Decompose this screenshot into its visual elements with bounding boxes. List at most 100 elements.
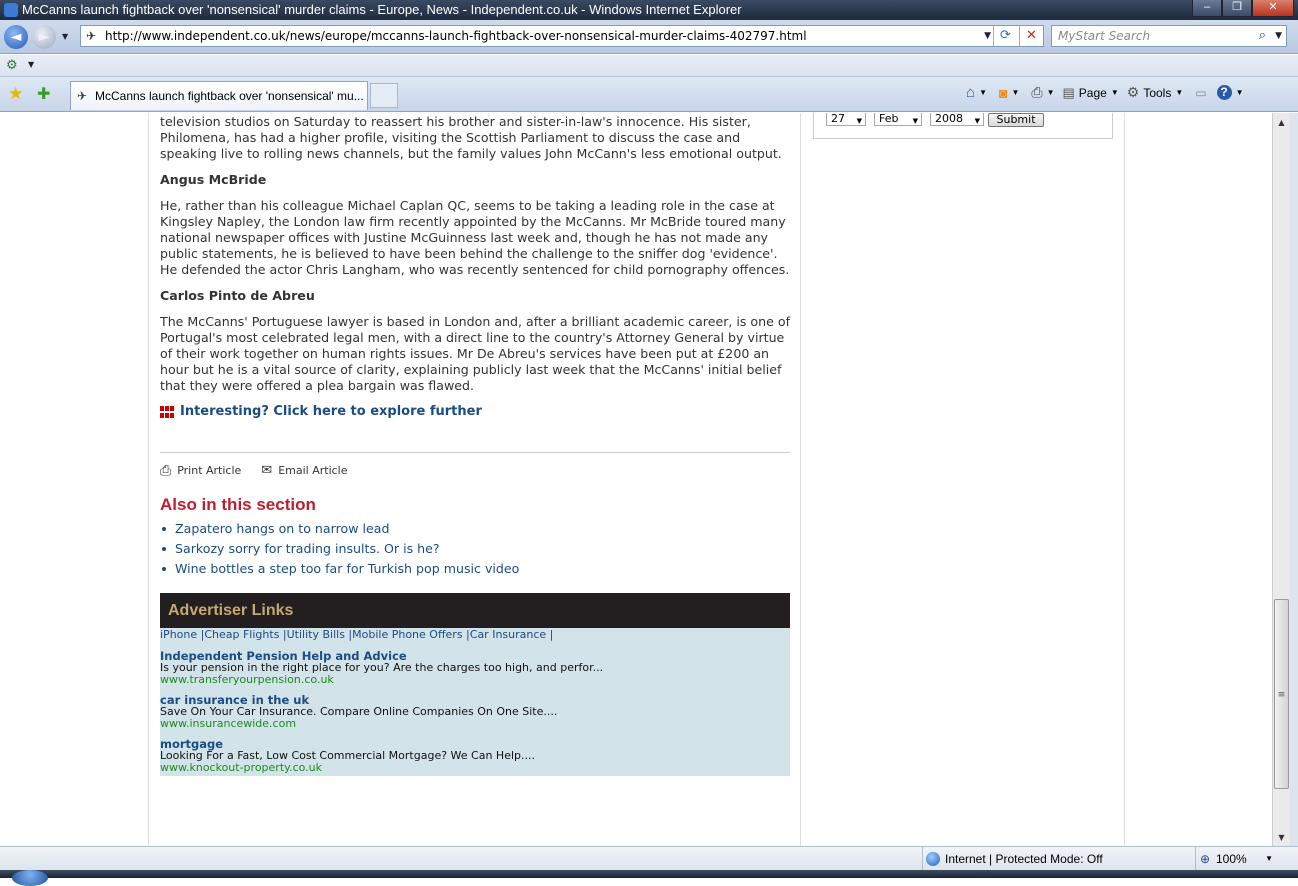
- ad-topic-link[interactable]: Mobile Phone Offers: [352, 628, 462, 641]
- page-dropdown-icon[interactable]: ▼: [1111, 88, 1119, 97]
- address-bar-row: ◄ ► ▼ ✈ http://www.independent.co.uk/new…: [0, 20, 1298, 54]
- ie-app-icon: [4, 3, 18, 17]
- site-favicon-icon: ✈: [86, 29, 97, 43]
- printer-icon: ⎙: [160, 463, 172, 479]
- day-value: 27: [831, 113, 845, 125]
- window-controls: – ❐ ✕: [1192, 0, 1294, 18]
- feeds-dropdown-icon[interactable]: ▼: [1011, 88, 1019, 97]
- url-dropdown-icon[interactable]: ▼: [984, 26, 991, 46]
- advertiser-links-panel: iPhone |Cheap Flights |Utility Bills |Mo…: [160, 628, 790, 776]
- article-tools: ⎙ Print Article ✉ Email Article: [160, 463, 790, 479]
- article-paragraph: The McCanns' Portuguese lawyer is based …: [160, 314, 791, 393]
- year-value: 2008: [935, 113, 963, 125]
- tab-label: McCanns launch fightback over 'nonsensic…: [95, 89, 364, 103]
- zoom-dropdown-icon[interactable]: ▼: [1265, 847, 1273, 871]
- search-dropdown-icon[interactable]: ▼: [1275, 26, 1282, 46]
- scroll-up-icon[interactable]: ▲: [1273, 115, 1290, 131]
- chevron-down-icon: ▼: [912, 117, 918, 125]
- grid-icon: [160, 406, 174, 418]
- also-in-section-heading: Also in this section: [160, 495, 316, 514]
- article-paragraph: television studios on Saturday to reasse…: [160, 114, 782, 161]
- links-bar: ⚙ ▼: [0, 55, 1298, 77]
- search-placeholder: MyStart Search: [1058, 29, 1151, 43]
- toolbar-addon-icon[interactable]: ⚙: [6, 58, 18, 73]
- globe-icon: [926, 852, 940, 866]
- url-text: http://www.independent.co.uk/news/europe…: [105, 29, 807, 43]
- status-bar: Internet | Protected Mode: Off ⊕ 100% ▼: [0, 846, 1298, 871]
- stop-icon[interactable]: ✕: [1019, 26, 1043, 46]
- start-button[interactable]: [12, 870, 48, 886]
- favorites-star-icon[interactable]: ★: [8, 84, 23, 104]
- related-article-link[interactable]: Zapatero hangs on to narrow lead: [160, 519, 790, 539]
- ad-item: car insurance in the uk Save On Your Car…: [160, 694, 790, 730]
- search-icon[interactable]: ⌕: [1259, 26, 1266, 46]
- ad-topic-link[interactable]: Cheap Flights: [204, 628, 279, 641]
- ad-url-link[interactable]: www.transferyourpension.co.uk: [160, 674, 790, 686]
- email-article-link[interactable]: ✉ Email Article: [261, 463, 347, 479]
- scroll-thumb[interactable]: ≡: [1274, 599, 1289, 789]
- url-input[interactable]: ✈ http://www.independent.co.uk/news/euro…: [80, 25, 1044, 47]
- back-button[interactable]: ◄: [4, 25, 28, 49]
- tools-gear-icon: ⚙: [1126, 84, 1140, 100]
- ad-item: Independent Pension Help and Advice Is y…: [160, 650, 790, 686]
- also-in-section-list: Zapatero hangs on to narrow lead Sarkozy…: [160, 519, 790, 579]
- advertiser-links-heading: Advertiser Links: [160, 593, 790, 628]
- chevron-down-icon: ▼: [974, 117, 980, 125]
- ad-url-link[interactable]: www.insurancewide.com: [160, 718, 790, 730]
- ad-topic-link[interactable]: iPhone: [160, 628, 197, 641]
- taskbar: [0, 870, 1298, 886]
- zoom-icon: ⊕: [1200, 852, 1211, 866]
- explore-further-label: Interesting? Click here to explore furth…: [180, 404, 482, 419]
- feeds-icon[interactable]: ◙: [999, 85, 1007, 101]
- page-icon: ▤: [1062, 84, 1075, 100]
- zoom-control[interactable]: ⊕ 100% ▼: [1195, 847, 1295, 871]
- month-value: Feb: [879, 113, 899, 125]
- vertical-scrollbar[interactable]: ▲ ≡ ▼: [1272, 113, 1290, 846]
- ad-item: mortgage Looking For a Fast, Low Cost Co…: [160, 738, 790, 774]
- search-input[interactable]: MyStart Search ⌕ ▼: [1051, 25, 1287, 47]
- page-viewport: 27 ▼ Feb ▼ 2008 ▼ Submit television studios…: [0, 113, 1272, 846]
- research-icon[interactable]: ▭: [1195, 86, 1206, 100]
- month-select[interactable]: Feb ▼: [874, 113, 922, 126]
- addon-dropdown-icon[interactable]: ▼: [28, 60, 34, 69]
- advertiser-topics: iPhone |Cheap Flights |Utility Bills |Mo…: [160, 628, 554, 641]
- history-dropdown-icon[interactable]: ▼: [62, 32, 68, 41]
- home-dropdown-icon[interactable]: ▼: [979, 88, 987, 97]
- related-article-link[interactable]: Wine bottles a step too far for Turkish …: [160, 559, 790, 579]
- day-select[interactable]: 27 ▼: [826, 113, 866, 126]
- chevron-down-icon: ▼: [856, 117, 862, 125]
- tab-current[interactable]: ✈ McCanns launch fightback over 'nonsens…: [70, 81, 368, 110]
- security-zone[interactable]: Internet | Protected Mode: Off: [922, 847, 1190, 871]
- page-menu-button[interactable]: Page: [1079, 86, 1107, 100]
- explore-further-link[interactable]: Interesting? Click here to explore furth…: [160, 404, 790, 420]
- tools-dropdown-icon[interactable]: ▼: [1175, 88, 1183, 97]
- print-dropdown-icon[interactable]: ▼: [1047, 88, 1055, 97]
- ad-topic-link[interactable]: Utility Bills: [287, 628, 345, 641]
- security-zone-label: Internet | Protected Mode: Off: [945, 852, 1103, 866]
- restore-button[interactable]: ❐: [1222, 0, 1252, 17]
- forward-button[interactable]: ►: [32, 25, 56, 49]
- help-icon[interactable]: ?: [1216, 85, 1232, 100]
- help-dropdown-icon[interactable]: ▼: [1236, 88, 1244, 97]
- envelope-icon: ✉: [261, 463, 273, 478]
- print-article-link[interactable]: ⎙ Print Article: [160, 463, 241, 479]
- print-icon[interactable]: ⎙: [1031, 84, 1042, 101]
- add-favorite-icon[interactable]: ✚: [37, 84, 50, 103]
- year-select[interactable]: 2008 ▼: [930, 113, 984, 126]
- submit-button[interactable]: Submit: [988, 113, 1044, 127]
- window-title: McCanns launch fightback over 'nonsensic…: [22, 2, 742, 17]
- minimize-button[interactable]: –: [1192, 0, 1222, 17]
- related-article-link[interactable]: Sarkozy sorry for trading insults. Or is…: [160, 539, 790, 559]
- refresh-icon[interactable]: ⟳: [993, 26, 1017, 46]
- ad-topic-link[interactable]: Car Insurance: [470, 628, 546, 641]
- email-article-label: Email Article: [278, 464, 348, 477]
- window-right-edge: [1290, 113, 1298, 846]
- ad-url-link[interactable]: www.knockout-property.co.uk: [160, 762, 790, 774]
- home-icon[interactable]: ⌂: [966, 84, 975, 101]
- print-article-label: Print Article: [177, 464, 242, 477]
- tools-menu-button[interactable]: Tools: [1143, 86, 1171, 100]
- scroll-down-icon[interactable]: ▼: [1273, 830, 1290, 846]
- close-button[interactable]: ✕: [1252, 0, 1294, 17]
- new-tab-button[interactable]: [370, 83, 398, 108]
- window-title-bar: McCanns launch fightback over 'nonsensic…: [0, 0, 1298, 20]
